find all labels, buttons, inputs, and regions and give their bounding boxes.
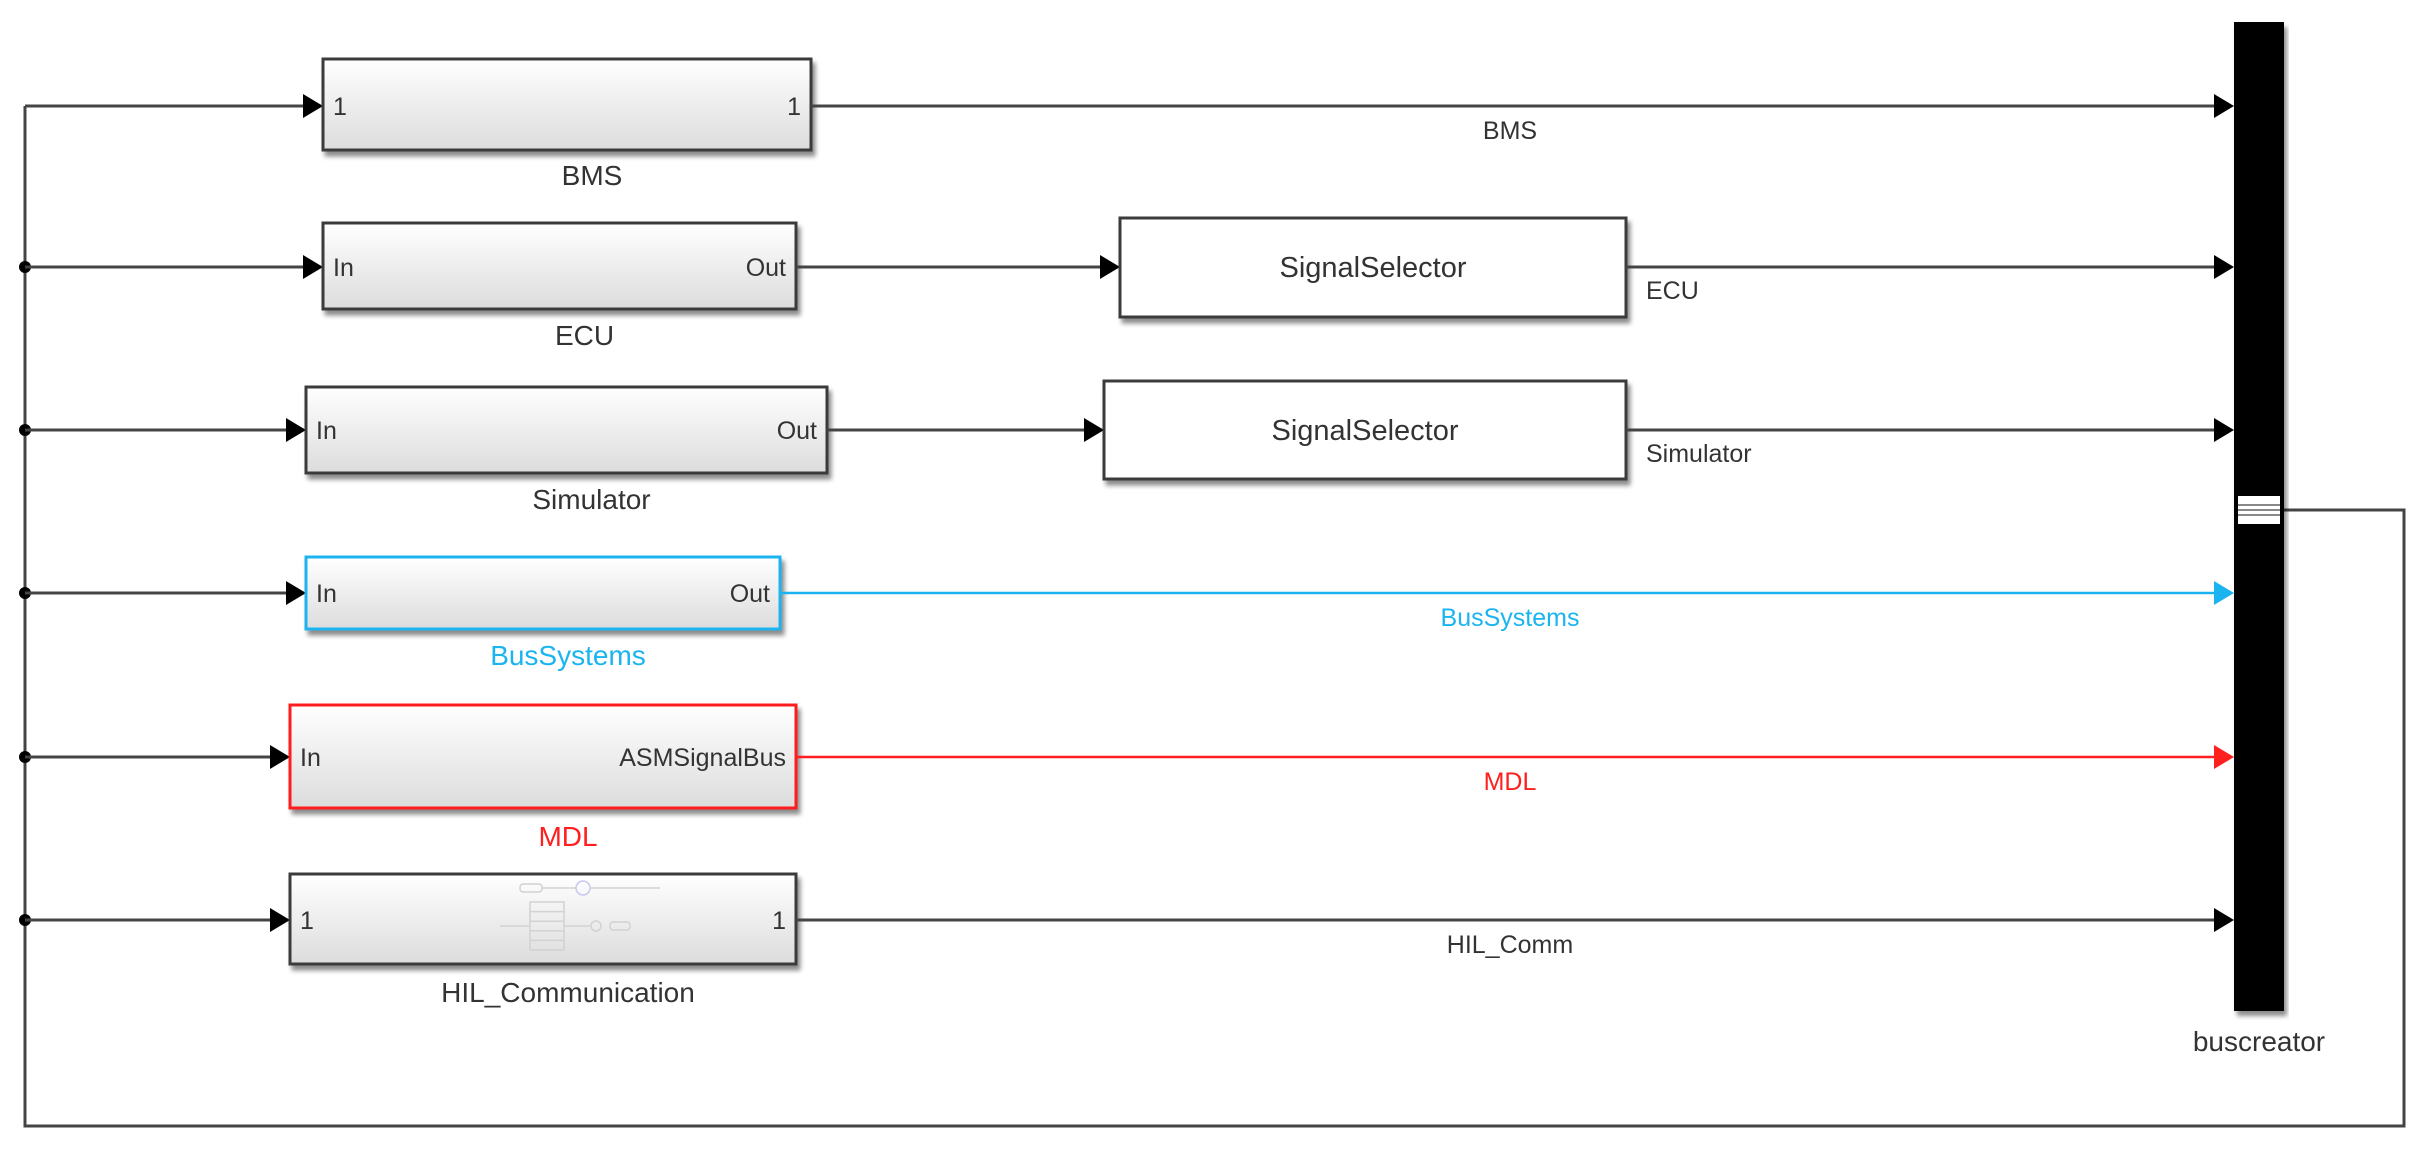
block-name-label: Simulator bbox=[532, 484, 650, 515]
out-port-label: 1 bbox=[787, 93, 801, 121]
row-bms: 1 1BMSBMS bbox=[25, 57, 2234, 191]
row-ecu: In Out ECU SignalSelector ECU bbox=[19, 216, 2234, 351]
block-name-label: BMS bbox=[562, 160, 623, 191]
subsystem-block-bms[interactable]: 11 bbox=[321, 57, 813, 152]
signal-name-label: ECU bbox=[1646, 277, 1699, 305]
block-body[interactable] bbox=[304, 555, 782, 631]
row-hil: 1 1HIL_CommunicationHIL_Comm bbox=[19, 872, 2234, 1008]
bus-creator-layer: buscreator bbox=[2193, 22, 2325, 1057]
block-body[interactable] bbox=[304, 385, 829, 475]
selector-arrow-icon bbox=[1084, 418, 1104, 442]
row-simulator: In Out Simulator SignalSelector Simulator bbox=[19, 379, 2234, 515]
in-port-label: In bbox=[316, 417, 337, 445]
bus-input-arrow-icon bbox=[2214, 908, 2234, 932]
bus-input-arrow-icon bbox=[2214, 94, 2234, 118]
in-port-label: 1 bbox=[300, 907, 314, 935]
block-body[interactable] bbox=[321, 57, 813, 152]
subsystem-block-bussystems[interactable]: In Out bbox=[304, 555, 782, 631]
block-name-label: BusSystems bbox=[490, 640, 646, 671]
block-name-label: ECU bbox=[555, 320, 614, 351]
subsystem-block-mdl[interactable]: In ASMSignalBus bbox=[288, 703, 798, 810]
input-arrow-icon bbox=[286, 418, 306, 442]
out-port-label: 1 bbox=[772, 907, 786, 935]
input-arrow-icon bbox=[270, 745, 290, 769]
signal-name-label: Simulator bbox=[1646, 440, 1752, 468]
out-port-label: Out bbox=[730, 580, 770, 608]
signal-name-label: BMS bbox=[1483, 117, 1537, 145]
rows-layer: 1 1BMSBMSIn OutECUSignalSelectorECUIn OutSi… bbox=[19, 57, 2234, 1008]
simulink-diagram-canvas: 1 1BMSBMSIn OutECUSignalSelectorECUIn OutSi… bbox=[19, 22, 2406, 1128]
selector-arrow-icon bbox=[1100, 255, 1120, 279]
signal-name-label: BusSystems bbox=[1441, 604, 1580, 632]
bus-input-arrow-icon bbox=[2214, 255, 2234, 279]
bus-creator-block[interactable] bbox=[2234, 22, 2284, 1011]
out-port-label: Out bbox=[746, 254, 786, 282]
subsystem-block-simulator[interactable]: In Out bbox=[304, 385, 829, 475]
in-port-label: In bbox=[300, 744, 321, 772]
signal-selector-block[interactable]: SignalSelector bbox=[1102, 379, 1628, 481]
signal-name-label: HIL_Comm bbox=[1447, 931, 1573, 959]
out-port-label: Out bbox=[777, 417, 817, 445]
input-arrow-icon bbox=[270, 908, 290, 932]
in-port-label: 1 bbox=[333, 93, 347, 121]
subsystem-block-hil[interactable]: 11 bbox=[288, 872, 798, 966]
signal-selector-block[interactable]: SignalSelector bbox=[1118, 216, 1628, 319]
input-arrow-icon bbox=[286, 581, 306, 605]
block-body[interactable] bbox=[321, 221, 798, 311]
bus-input-arrow-icon bbox=[2214, 745, 2234, 769]
input-arrow-icon bbox=[303, 94, 323, 118]
bus-input-arrow-icon bbox=[2214, 418, 2234, 442]
input-arrow-icon bbox=[303, 255, 323, 279]
row-mdl: In ASMSignalBus MDL MDL bbox=[19, 703, 2234, 852]
in-port-label: In bbox=[333, 254, 354, 282]
subsystem-block-ecu[interactable]: In Out bbox=[321, 221, 798, 311]
block-name-label: MDL bbox=[538, 821, 597, 852]
bus-creator-name-label: buscreator bbox=[2193, 1026, 2325, 1057]
in-port-label: In bbox=[316, 580, 337, 608]
selector-name-label: SignalSelector bbox=[1280, 252, 1467, 284]
bus-input-arrow-icon bbox=[2214, 581, 2234, 605]
row-bussystems: In Out BusSystems BusSystems bbox=[19, 555, 2234, 671]
block-name-label: HIL_Communication bbox=[441, 977, 695, 1008]
signal-name-label: MDL bbox=[1484, 768, 1537, 796]
selector-name-label: SignalSelector bbox=[1272, 415, 1459, 447]
out-port-label: ASMSignalBus bbox=[619, 744, 786, 772]
